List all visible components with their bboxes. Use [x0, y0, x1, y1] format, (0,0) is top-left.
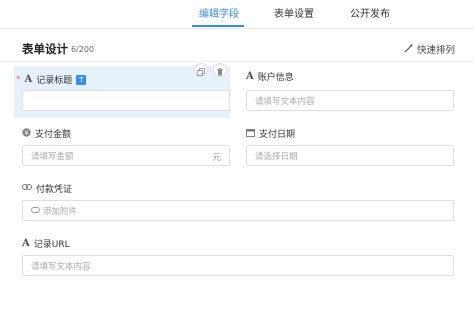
record-url-input[interactable]: 请填写文本内容 [22, 255, 454, 276]
field-count: 6/200 [71, 45, 95, 54]
field-label: 支付日期 [259, 130, 296, 140]
field-label: 支付金额 [35, 130, 72, 140]
field-label: 付款凭证 [36, 185, 73, 195]
attachment-input[interactable]: 添加附件 [22, 200, 454, 221]
trash-icon [216, 61, 224, 80]
magic-wand-icon [404, 43, 414, 56]
required-marker: * [16, 74, 21, 85]
text-icon: A [24, 74, 33, 85]
account-info-input[interactable]: 请填写文本内容 [246, 90, 454, 111]
currency-suffix: 元 [212, 153, 221, 163]
header-divider [0, 61, 474, 62]
payment-amount-input[interactable]: 请填写金额 元 [22, 145, 230, 166]
copy-icon [197, 61, 205, 80]
field-record-title[interactable]: * A 记录标题 T [14, 63, 230, 118]
field-label: 记录URL [33, 240, 70, 250]
field-payment-amount[interactable]: ¥ 支付金额 请填写金额 元 [22, 127, 238, 169]
page-title: 表单设计 [22, 42, 68, 56]
text-icon: A [246, 71, 254, 82]
field-label: 账户信息 [257, 73, 294, 83]
tab-edit-fields[interactable]: 编辑字段 [199, 5, 239, 20]
text-icon: A [22, 238, 30, 249]
svg-text:¥: ¥ [25, 130, 29, 137]
input-placeholder: 请填写金额 [31, 151, 74, 162]
input-placeholder: 添加附件 [43, 206, 78, 217]
quick-sort-button[interactable]: 快速排列 [404, 42, 455, 56]
tab-public-publish[interactable]: 公开发布 [350, 5, 390, 20]
delete-field-button[interactable] [213, 63, 227, 77]
record-title-input[interactable] [22, 90, 230, 111]
field-account-info[interactable]: A 账户信息 请填写文本内容 [246, 70, 462, 112]
field-payment-date[interactable]: 支付日期 请选择日期 [246, 127, 462, 169]
field-record-url[interactable]: A 记录URL 请填写文本内容 [22, 237, 456, 279]
link-icon [22, 183, 32, 194]
tab-form-settings[interactable]: 表单设置 [274, 5, 314, 20]
copy-field-button[interactable] [194, 63, 208, 77]
currency-icon: ¥ [22, 127, 31, 140]
payment-date-input[interactable]: 请选择日期 [246, 145, 454, 166]
field-payment-voucher[interactable]: 付款凭证 添加附件 [22, 182, 456, 224]
field-label: 记录标题 [36, 76, 73, 86]
attachment-icon [31, 206, 40, 216]
type-badge: T [76, 74, 87, 85]
top-tab-bar: 编辑字段 表单设置 公开发布 [0, 0, 474, 29]
quick-sort-label: 快速排列 [416, 45, 455, 56]
active-tab-indicator [192, 25, 244, 27]
calendar-icon [246, 128, 255, 140]
